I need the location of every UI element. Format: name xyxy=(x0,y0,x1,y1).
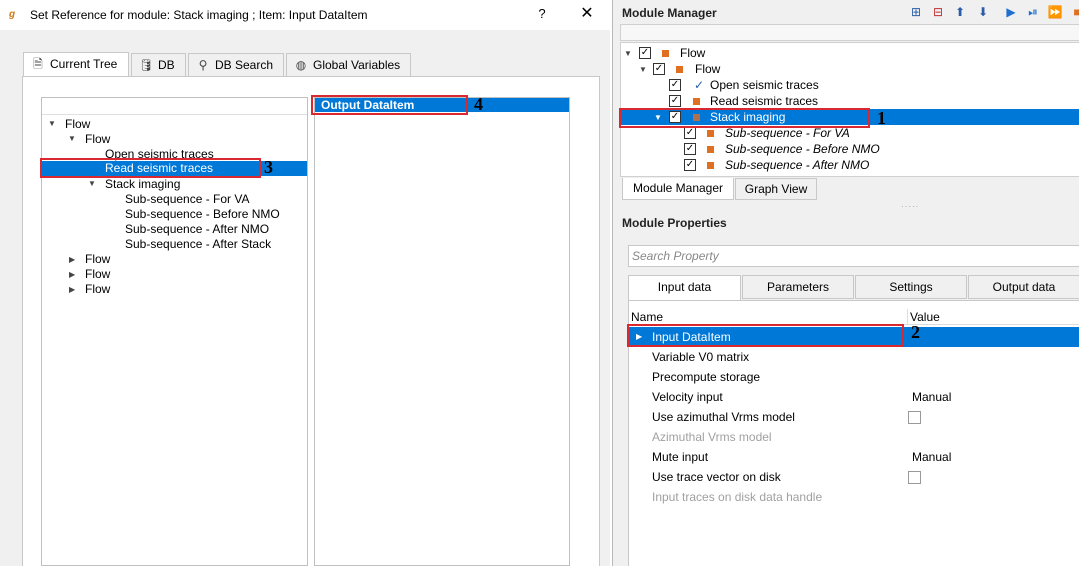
output-items-list[interactable]: Output DataItem xyxy=(314,97,570,566)
run-icon[interactable]: ▶ xyxy=(1003,4,1019,20)
checkbox-open-seismic-traces[interactable]: ✓ xyxy=(669,79,681,91)
annotation-number-4: 4 xyxy=(474,94,483,114)
column-divider xyxy=(907,309,908,325)
dialog-titlebar: g Set Reference for module: Stack imagin… xyxy=(0,0,610,30)
globe-icon: ◍ xyxy=(295,58,307,72)
checkbox-flow-root[interactable]: ✓ xyxy=(639,47,651,59)
remove-module-icon[interactable]: ⊟ xyxy=(930,4,946,20)
highlight-box-2 xyxy=(627,324,904,347)
tab-output-data[interactable]: Output data xyxy=(968,275,1079,299)
move-up-icon[interactable]: ⬆ xyxy=(952,4,968,20)
tab-current-tree[interactable]: 🗎 Current Tree xyxy=(23,52,129,78)
property-row-azimuthal-vrms-model: Azimuthal Vrms model xyxy=(652,430,772,444)
checkbox-flow[interactable]: ✓ xyxy=(653,63,665,75)
set-reference-dialog: g Set Reference for module: Stack imagin… xyxy=(0,0,610,566)
tab-input-data[interactable]: Input data xyxy=(628,275,741,301)
highlight-box-3 xyxy=(40,158,261,178)
tree-item-subseq-for-va[interactable]: Sub-sequence - For VA xyxy=(125,192,250,207)
search-property-input[interactable]: Search Property xyxy=(628,245,1079,267)
use-trace-vector-checkbox[interactable] xyxy=(908,471,921,484)
module-subseq-for-va[interactable]: Sub-sequence - For VA xyxy=(725,126,850,141)
checkmark-icon: ✓ xyxy=(694,78,705,92)
module-subseq-after-nmo[interactable]: Sub-sequence - After NMO xyxy=(725,158,869,173)
module-square-icon xyxy=(707,146,714,153)
tab-parameters[interactable]: Parameters xyxy=(742,275,854,299)
property-row-use-azimuthal-vrms[interactable]: Use azimuthal Vrms model xyxy=(629,407,1079,427)
checkbox-subseq-before-nmo[interactable]: ✓ xyxy=(684,143,696,155)
module-manager-title: Module Manager xyxy=(622,6,717,20)
tab-graph-view[interactable]: Graph View xyxy=(735,178,817,200)
module-square-icon xyxy=(676,66,683,73)
close-button[interactable]: ✕ xyxy=(578,5,596,23)
property-row-use-trace-vector[interactable]: Use trace vector on disk xyxy=(629,467,1079,487)
tree-icon: 🗎 xyxy=(33,57,43,71)
tree-item-stack-imaging[interactable]: Stack imaging xyxy=(105,177,180,192)
velocity-input-value[interactable]: Manual xyxy=(912,387,951,407)
module-square-icon xyxy=(707,130,714,137)
module-subseq-before-nmo[interactable]: Sub-sequence - Before NMO xyxy=(725,142,880,157)
module-properties-title: Module Properties xyxy=(622,216,727,230)
module-open-seismic-traces[interactable]: Open seismic traces xyxy=(710,78,819,93)
add-module-icon[interactable]: ⊞ xyxy=(908,4,924,20)
expand-arrow-icon[interactable]: ▼ xyxy=(624,46,632,61)
module-read-seismic-traces[interactable]: Read seismic traces xyxy=(710,94,818,109)
module-tree-header xyxy=(620,24,1079,41)
tree-header xyxy=(42,98,307,115)
property-row-mute-input[interactable]: Mute input Manual xyxy=(629,447,1079,467)
tree-item-subseq-after-stack[interactable]: Sub-sequence - After Stack xyxy=(125,237,271,252)
tree-item-flow-4[interactable]: Flow xyxy=(85,282,110,297)
module-flow[interactable]: Flow xyxy=(695,62,720,77)
expand-arrow-icon[interactable]: ▼ xyxy=(88,176,96,191)
checkbox-read-seismic-traces[interactable]: ✓ xyxy=(669,95,681,107)
help-button[interactable]: ? xyxy=(534,5,550,23)
property-row-velocity-input[interactable]: Velocity input Manual xyxy=(629,387,1079,407)
run-to-icon[interactable]: ⏩ xyxy=(1047,4,1063,20)
property-row-precompute-storage[interactable]: Precompute storage xyxy=(629,367,1079,387)
tab-module-manager[interactable]: Module Manager xyxy=(622,178,734,200)
annotation-number-3: 3 xyxy=(264,157,273,177)
tree-item-flow-root[interactable]: Flow xyxy=(65,117,90,132)
expand-arrow-icon[interactable]: ▼ xyxy=(68,131,76,146)
annotation-number-1: 1 xyxy=(877,108,886,128)
annotation-number-2: 2 xyxy=(911,322,920,342)
module-square-icon xyxy=(693,98,700,105)
checkbox-subseq-for-va[interactable]: ✓ xyxy=(684,127,696,139)
tab-global-variables[interactable]: ◍ Global Variables xyxy=(286,53,411,77)
mute-input-value[interactable]: Manual xyxy=(912,447,951,467)
stop-icon[interactable]: ■ xyxy=(1069,4,1079,20)
tree-item-subseq-before-nmo[interactable]: Sub-sequence - Before NMO xyxy=(125,207,280,222)
use-azimuthal-vrms-checkbox[interactable] xyxy=(908,411,921,424)
property-row-input-traces-on-disk: Input traces on disk data handle xyxy=(652,490,823,504)
module-manager-panel: Module Manager ⊞ ⊟ ⬆ ⬇ ▶ ⏯ ⏩ ■ ▼ ✓ Flow … xyxy=(612,0,1079,566)
tree-item-flow[interactable]: Flow xyxy=(85,132,110,147)
splitter-handle-icon[interactable]: ····· xyxy=(901,202,919,211)
expand-arrow-icon[interactable]: ▼ xyxy=(639,62,647,77)
checkbox-subseq-after-nmo[interactable]: ✓ xyxy=(684,159,696,171)
module-flow-root[interactable]: Flow xyxy=(680,46,705,61)
collapsed-arrow-icon[interactable]: ▶ xyxy=(69,267,75,282)
tree-item-subseq-after-nmo[interactable]: Sub-sequence - After NMO xyxy=(125,222,269,237)
collapsed-arrow-icon[interactable]: ▶ xyxy=(69,252,75,267)
property-row-variable-v0-matrix[interactable]: Variable V0 matrix xyxy=(629,347,1079,367)
tab-db[interactable]: 🛢 DB xyxy=(131,53,186,77)
property-grid-header: Name Value xyxy=(629,309,1079,325)
tab-db-search[interactable]: ⚲ DB Search xyxy=(188,53,284,77)
tab-settings[interactable]: Settings xyxy=(855,275,967,299)
search-icon: ⚲ xyxy=(198,58,208,72)
module-square-icon xyxy=(707,162,714,169)
highlight-box-1 xyxy=(619,108,870,128)
expand-arrow-icon[interactable]: ▼ xyxy=(48,116,56,131)
module-square-icon xyxy=(662,50,669,57)
dialog-title: Set Reference for module: Stack imaging … xyxy=(30,8,368,22)
app-logo-icon: g xyxy=(9,9,16,20)
highlight-box-4 xyxy=(311,95,468,115)
collapsed-arrow-icon[interactable]: ▶ xyxy=(69,282,75,297)
move-down-icon[interactable]: ⬇ xyxy=(975,4,991,20)
database-icon: 🛢 xyxy=(138,58,154,72)
column-name-header: Name xyxy=(631,310,664,324)
tree-item-flow-2[interactable]: Flow xyxy=(85,252,110,267)
tree-item-flow-3[interactable]: Flow xyxy=(85,267,110,282)
run-step-icon[interactable]: ⏯ xyxy=(1025,4,1041,20)
